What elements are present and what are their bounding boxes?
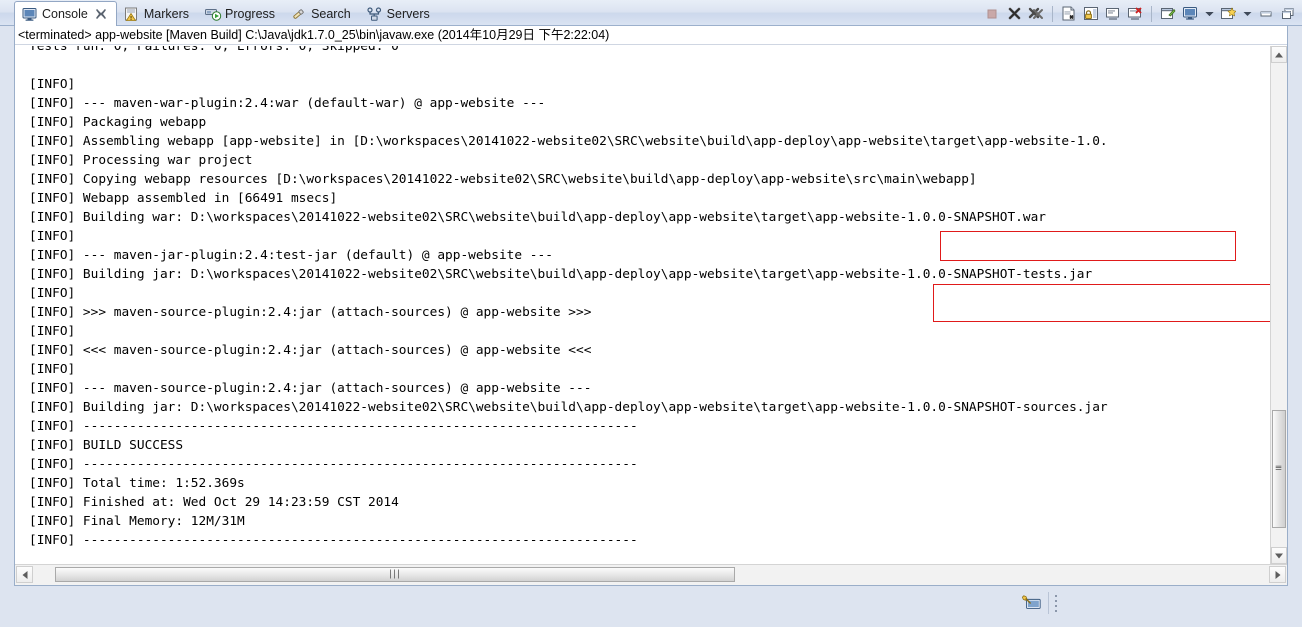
scroll-down-button[interactable] bbox=[1271, 547, 1287, 564]
toolbar-separator-2 bbox=[1151, 5, 1152, 22]
show-console-on-output-button[interactable] bbox=[1125, 4, 1145, 24]
console-line: [INFO] Processing war project bbox=[29, 153, 253, 168]
chevron-right-icon bbox=[1275, 570, 1280, 579]
console-output-area[interactable]: Tests run: 0, Failures: 0, Errors: 0, Sk… bbox=[15, 46, 1270, 564]
console-line: [INFO] ---------------------------------… bbox=[29, 457, 638, 472]
console-line: [INFO] Building jar: D:\workspaces\20141… bbox=[29, 267, 1093, 282]
close-icon[interactable] bbox=[95, 8, 107, 20]
display-selected-console-dropdown[interactable] bbox=[1202, 4, 1216, 24]
status-bar-icons bbox=[1022, 592, 1057, 614]
chevron-left-icon bbox=[22, 570, 27, 579]
tab-search[interactable]: Search bbox=[284, 1, 360, 26]
word-wrap-button[interactable] bbox=[1103, 4, 1123, 24]
console-line: [INFO] bbox=[29, 286, 76, 301]
console-line: [INFO] ---------------------------------… bbox=[29, 419, 638, 434]
search-icon bbox=[291, 7, 306, 21]
servers-icon bbox=[367, 6, 382, 21]
console-line: [INFO] Assembling webapp [app-website] i… bbox=[29, 134, 1108, 149]
pin-console-button[interactable] bbox=[1158, 4, 1178, 24]
console-line: [INFO] <<< maven-source-plugin:2.4:jar (… bbox=[29, 343, 592, 358]
terminate-button[interactable] bbox=[982, 4, 1002, 24]
vertical-scrollbar-thumb[interactable]: ≡ bbox=[1272, 410, 1286, 528]
console-line: [INFO] Packaging webapp bbox=[29, 115, 207, 130]
tab-servers-label: Servers bbox=[386, 6, 430, 21]
open-console-button[interactable] bbox=[1218, 4, 1238, 24]
console-log-text: Tests run: 0, Failures: 0, Errors: 0, Sk… bbox=[29, 46, 1108, 550]
build-status-icon[interactable] bbox=[1022, 593, 1042, 613]
console-line: [INFO] Building jar: D:\workspaces\20141… bbox=[29, 400, 1108, 415]
tab-servers[interactable]: Servers bbox=[360, 1, 439, 26]
status-resize-grip[interactable] bbox=[1048, 592, 1057, 614]
tab-search-label: Search bbox=[311, 6, 351, 21]
clear-console-button[interactable] bbox=[1059, 4, 1079, 24]
horizontal-scrollbar-thumb[interactable]: ||| bbox=[55, 567, 735, 582]
horizontal-scrollbar[interactable]: ||| bbox=[15, 564, 1287, 585]
tab-console-label: Console bbox=[42, 7, 88, 21]
eclipse-console-view: Console Markers Progress Search Servers … bbox=[0, 0, 1302, 627]
chevron-up-icon bbox=[1275, 52, 1283, 57]
console-line: [INFO] --- maven-war-plugin:2.4:war (def… bbox=[29, 96, 546, 111]
console-line: [INFO] --- maven-jar-plugin:2.4:test-jar… bbox=[29, 248, 553, 263]
remove-launch-button[interactable] bbox=[1004, 4, 1024, 24]
minimize-button[interactable] bbox=[1256, 4, 1276, 24]
tab-strip: Console Markers Progress Search Servers bbox=[14, 0, 439, 27]
console-panel: <terminated> app-website [Maven Build] C… bbox=[14, 26, 1288, 586]
status-bar bbox=[0, 588, 1302, 627]
tab-progress[interactable]: Progress bbox=[198, 1, 284, 26]
grip-icon: ||| bbox=[388, 569, 402, 579]
open-console-dropdown[interactable] bbox=[1240, 4, 1254, 24]
view-tab-bar: Console Markers Progress Search Servers bbox=[0, 0, 1302, 27]
display-selected-console-button[interactable] bbox=[1180, 4, 1200, 24]
console-line: [INFO] Finished at: Wed Oct 29 14:23:59 … bbox=[29, 495, 399, 510]
vertical-scrollbar[interactable]: ≡ bbox=[1270, 46, 1287, 564]
console-line: [INFO] Webapp assembled in [66491 msecs] bbox=[29, 191, 338, 206]
progress-icon bbox=[205, 7, 222, 21]
toolbar-separator-1 bbox=[1052, 5, 1053, 22]
console-line: [INFO] bbox=[29, 229, 76, 244]
console-toolbar bbox=[982, 3, 1298, 24]
console-line: [INFO] >>> maven-source-plugin:2.4:jar (… bbox=[29, 305, 592, 320]
remove-all-terminated-button[interactable] bbox=[1026, 4, 1046, 24]
console-line: [INFO] BUILD SUCCESS bbox=[29, 438, 184, 453]
console-line: [INFO] Building war: D:\workspaces\20141… bbox=[29, 210, 1046, 225]
maximize-button[interactable] bbox=[1278, 4, 1298, 24]
scroll-right-button[interactable] bbox=[1269, 566, 1286, 583]
console-icon bbox=[22, 7, 37, 21]
markers-icon bbox=[124, 7, 139, 21]
console-line: [INFO] --- maven-source-plugin:2.4:jar (… bbox=[29, 381, 592, 396]
tab-markers[interactable]: Markers bbox=[117, 1, 198, 26]
tab-console[interactable]: Console bbox=[14, 0, 117, 27]
grip-icon: ≡ bbox=[1274, 463, 1284, 474]
console-line: [INFO] Copying webapp resources [D:\work… bbox=[29, 172, 977, 187]
console-process-header: <terminated> app-website [Maven Build] C… bbox=[15, 26, 1287, 45]
tab-markers-label: Markers bbox=[143, 6, 190, 21]
tab-progress-label: Progress bbox=[225, 6, 276, 21]
console-line: [INFO] ---------------------------------… bbox=[29, 533, 638, 548]
console-line: [INFO] bbox=[29, 77, 76, 92]
scroll-lock-button[interactable] bbox=[1081, 4, 1101, 24]
scroll-left-button[interactable] bbox=[16, 566, 33, 583]
console-line: [INFO] bbox=[29, 362, 76, 377]
console-line: [INFO] Total time: 1:52.369s bbox=[29, 476, 245, 491]
console-line: [INFO] Final Memory: 12M/31M bbox=[29, 514, 245, 529]
scroll-up-button[interactable] bbox=[1271, 46, 1287, 63]
console-line: Tests run: 0, Failures: 0, Errors: 0, Sk… bbox=[29, 46, 399, 54]
chevron-down-icon bbox=[1275, 553, 1283, 558]
console-line: [INFO] bbox=[29, 324, 76, 339]
